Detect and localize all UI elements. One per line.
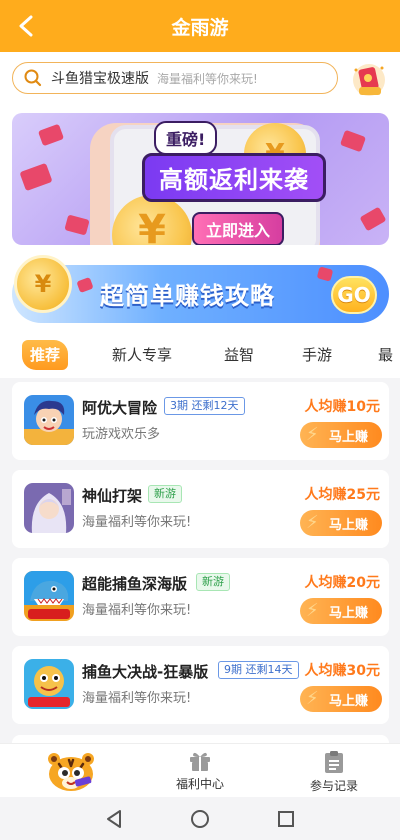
nav-label: 参与记录: [309, 779, 358, 793]
game-name: 捕鱼大决战-狂暴版: [82, 663, 209, 681]
lightning-icon: ⚡: [306, 600, 319, 621]
period-badge: 3期 还剩12天: [164, 397, 245, 415]
fairy-girl-game-icon: [24, 483, 74, 533]
game-description: 海量福利等你来玩!: [82, 603, 192, 618]
system-navigation-bar: [0, 797, 400, 840]
tab-puzzle[interactable]: 益智: [224, 340, 254, 370]
banner-headline: 高额返利来袭: [142, 153, 326, 202]
game-name: 阿优大冒险: [82, 399, 158, 417]
nav-welfare-center[interactable]: 福利中心: [160, 750, 240, 792]
back-button[interactable]: [12, 12, 40, 40]
lightning-icon: ⚡: [306, 424, 319, 445]
earn-now-button[interactable]: ⚡ 马上赚: [300, 422, 382, 448]
period-badge: 9期 还剩14天: [218, 661, 299, 679]
earning-guide-text: 超简单赚钱攻略: [100, 282, 275, 310]
back-triangle-icon[interactable]: [102, 807, 126, 831]
banner-enter-button[interactable]: 立即进入: [192, 212, 285, 245]
home-circle-icon[interactable]: [188, 807, 212, 831]
red-envelope-gift-icon[interactable]: [349, 60, 389, 98]
page-title: 金雨游: [171, 16, 229, 39]
tab-recommend[interactable]: 推荐: [22, 340, 69, 370]
earn-now-button[interactable]: ⚡ 马上赚: [300, 510, 382, 536]
game-card[interactable]: 超能捕鱼深海版 新游 海量福利等你来玩! 人均赚20元 ⚡ 马上赚: [12, 558, 389, 636]
reward-text: 人均赚10元: [304, 399, 380, 415]
search-icon: [24, 69, 42, 87]
search-placeholder: 海量福利等你来玩!: [157, 71, 258, 86]
shark-hot-game-icon: [24, 571, 74, 621]
back-arrow-icon: [19, 15, 33, 37]
game-card[interactable]: 捕鱼大决战-狂暴版 9期 还剩14天 海量福利等你来玩! 人均赚30元 ⚡ 马上赚: [12, 646, 389, 724]
app-header: 金雨游: [0, 0, 400, 52]
red-envelope-icon: [359, 206, 387, 232]
red-envelope-icon: [339, 129, 367, 153]
lightning-icon: ⚡: [306, 512, 319, 533]
category-tabs: 推荐 新人专享 益智 手游 最: [0, 340, 400, 372]
game-name: 神仙打架: [82, 487, 143, 505]
game-card[interactable]: 阿优大冒险 3期 还剩12天 玩游戏欢乐多 人均赚10元 ⚡ 马上赚: [12, 382, 389, 460]
earn-now-button[interactable]: ⚡ 马上赚: [300, 598, 382, 624]
game-card[interactable]: 神仙打架 新游 海量福利等你来玩! 人均赚25元 ⚡ 马上赚: [12, 470, 389, 548]
tab-newcomer[interactable]: 新人专享: [112, 340, 172, 370]
tab-more[interactable]: 最: [378, 340, 393, 370]
yuan-coin-icon: ¥: [14, 255, 72, 313]
game-description: 玩游戏欢乐多: [82, 427, 161, 442]
red-envelope-icon: [64, 214, 90, 236]
reward-text: 人均赚30元: [304, 663, 380, 679]
game-name: 超能捕鱼深海版: [82, 575, 188, 593]
bottom-navigation: 福利中心 参与记录: [0, 743, 400, 797]
reward-text: 人均赚25元: [304, 487, 380, 503]
lightning-icon: ⚡: [306, 688, 319, 709]
game-description: 海量福利等你来玩!: [82, 691, 192, 706]
new-game-badge: 新游: [148, 485, 182, 503]
recent-apps-square-icon[interactable]: [274, 807, 298, 831]
banner-tag: 重磅!: [154, 121, 218, 155]
tiger-mascot-icon[interactable]: [45, 748, 97, 794]
nav-participation-record[interactable]: 参与记录: [294, 750, 374, 794]
red-envelope-icon: [19, 162, 53, 192]
game-description: 海量福利等你来玩!: [82, 515, 192, 530]
search-bar[interactable]: 斗鱼猎宝极速版 海量福利等你来玩!: [12, 62, 338, 94]
tab-mobile-games[interactable]: 手游: [302, 340, 332, 370]
cartoon-boy-game-icon: [24, 395, 74, 445]
go-button[interactable]: GO: [331, 276, 377, 314]
reward-text: 人均赚20元: [304, 575, 380, 591]
nav-label: 福利中心: [175, 777, 224, 791]
search-keyword: 斗鱼猎宝极速版: [51, 71, 149, 87]
new-game-badge: 新游: [196, 573, 230, 591]
clipboard-icon: [325, 751, 343, 773]
promo-banner[interactable]: ¥ ¥ 重磅! 高额返利来袭 立即进入: [12, 113, 389, 245]
fish-battle-game-icon: [24, 659, 74, 709]
earn-now-button[interactable]: ⚡ 马上赚: [300, 686, 382, 712]
gift-icon: [190, 752, 210, 771]
red-envelope-icon: [37, 123, 65, 147]
